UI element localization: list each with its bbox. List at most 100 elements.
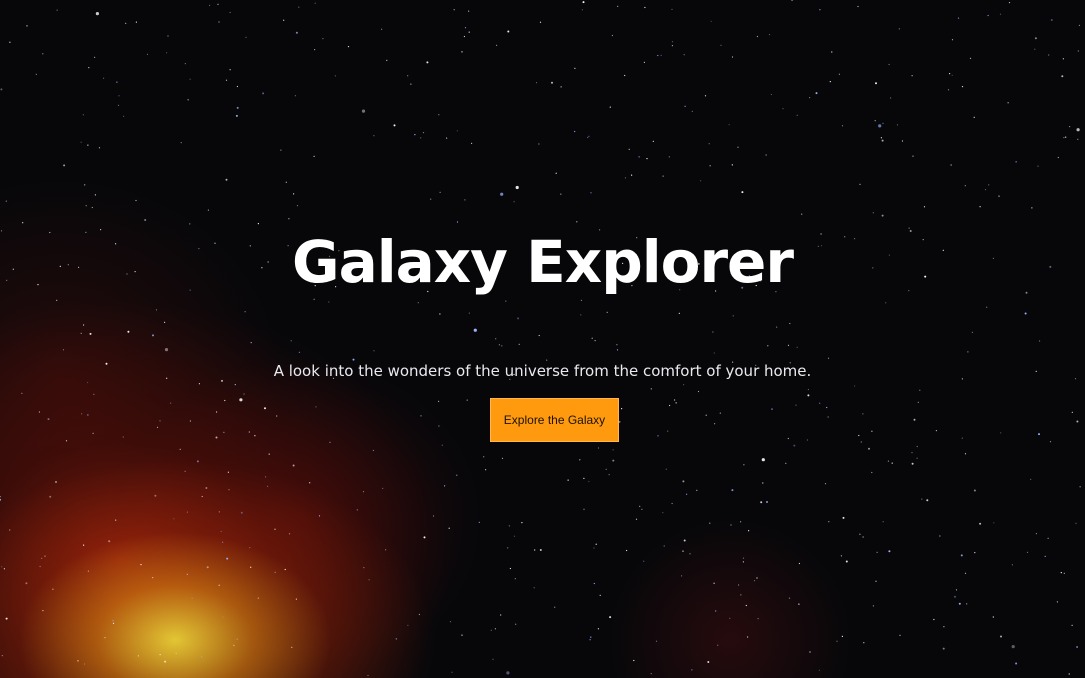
star (868, 447, 870, 450)
star (669, 404, 671, 407)
star (494, 628, 496, 630)
star (1011, 564, 1014, 566)
star (448, 527, 450, 529)
star (5, 200, 7, 202)
star (288, 533, 291, 535)
star (1044, 555, 1046, 558)
star (720, 44, 722, 46)
star (456, 474, 458, 476)
hero-subtitle: A look into the wonders of the universe … (273, 362, 812, 380)
star (858, 434, 860, 437)
star (838, 73, 841, 75)
star (201, 495, 203, 498)
star (441, 444, 443, 446)
star (628, 148, 630, 150)
star (643, 61, 646, 64)
star (874, 120, 876, 122)
star (713, 352, 715, 354)
star (595, 543, 597, 545)
star (1063, 137, 1065, 139)
star (118, 95, 120, 97)
star (872, 212, 874, 214)
star (265, 476, 267, 478)
star (417, 302, 419, 304)
star (728, 124, 730, 126)
star (468, 10, 470, 12)
star (135, 21, 137, 23)
star (309, 482, 311, 484)
star (485, 469, 487, 471)
star (159, 420, 161, 422)
explore-galaxy-button[interactable]: Explore the Galaxy (490, 398, 619, 442)
star (626, 549, 628, 552)
star (684, 105, 686, 107)
star (729, 617, 731, 619)
star (591, 337, 593, 339)
star (857, 5, 859, 8)
star (426, 61, 429, 64)
star (697, 390, 700, 393)
star (334, 75, 336, 77)
star (731, 56, 734, 58)
star (872, 605, 875, 607)
star (420, 137, 422, 139)
star (1079, 486, 1081, 488)
star (1008, 1, 1011, 4)
star (631, 174, 633, 176)
star (243, 393, 245, 395)
star (1034, 37, 1037, 40)
star (215, 436, 218, 439)
star (125, 22, 127, 24)
star (624, 177, 627, 179)
star (719, 412, 721, 414)
star (788, 597, 791, 599)
star (152, 577, 154, 579)
star (217, 3, 219, 5)
star (1038, 433, 1040, 436)
star (597, 447, 600, 449)
star (0, 88, 3, 91)
star (257, 597, 259, 599)
star (683, 539, 686, 542)
star (420, 415, 422, 417)
star (1078, 24, 1080, 26)
star (89, 332, 92, 335)
star (290, 340, 292, 342)
star (280, 149, 282, 151)
star (696, 489, 698, 491)
star (819, 402, 821, 404)
star (223, 431, 225, 433)
star (1031, 207, 1033, 209)
star (84, 663, 86, 665)
star (83, 544, 85, 546)
star (971, 331, 974, 333)
star (490, 629, 492, 631)
star (871, 471, 873, 474)
star (41, 557, 43, 559)
star (742, 557, 745, 559)
star (757, 618, 759, 620)
star (538, 334, 540, 337)
star (943, 626, 945, 628)
star (582, 1, 585, 4)
star (438, 425, 440, 427)
star (885, 302, 887, 304)
star (85, 205, 87, 207)
star (1, 566, 3, 568)
star (234, 384, 236, 386)
star (597, 628, 600, 630)
star (961, 86, 964, 88)
star (1068, 673, 1070, 675)
star (432, 515, 435, 517)
star (828, 521, 830, 523)
star (104, 637, 106, 639)
star (373, 350, 375, 352)
star (841, 635, 844, 638)
star (935, 430, 938, 432)
star (52, 588, 54, 590)
star (184, 63, 186, 65)
star (228, 489, 230, 491)
star (793, 444, 796, 447)
star (555, 172, 557, 174)
star (624, 74, 626, 77)
